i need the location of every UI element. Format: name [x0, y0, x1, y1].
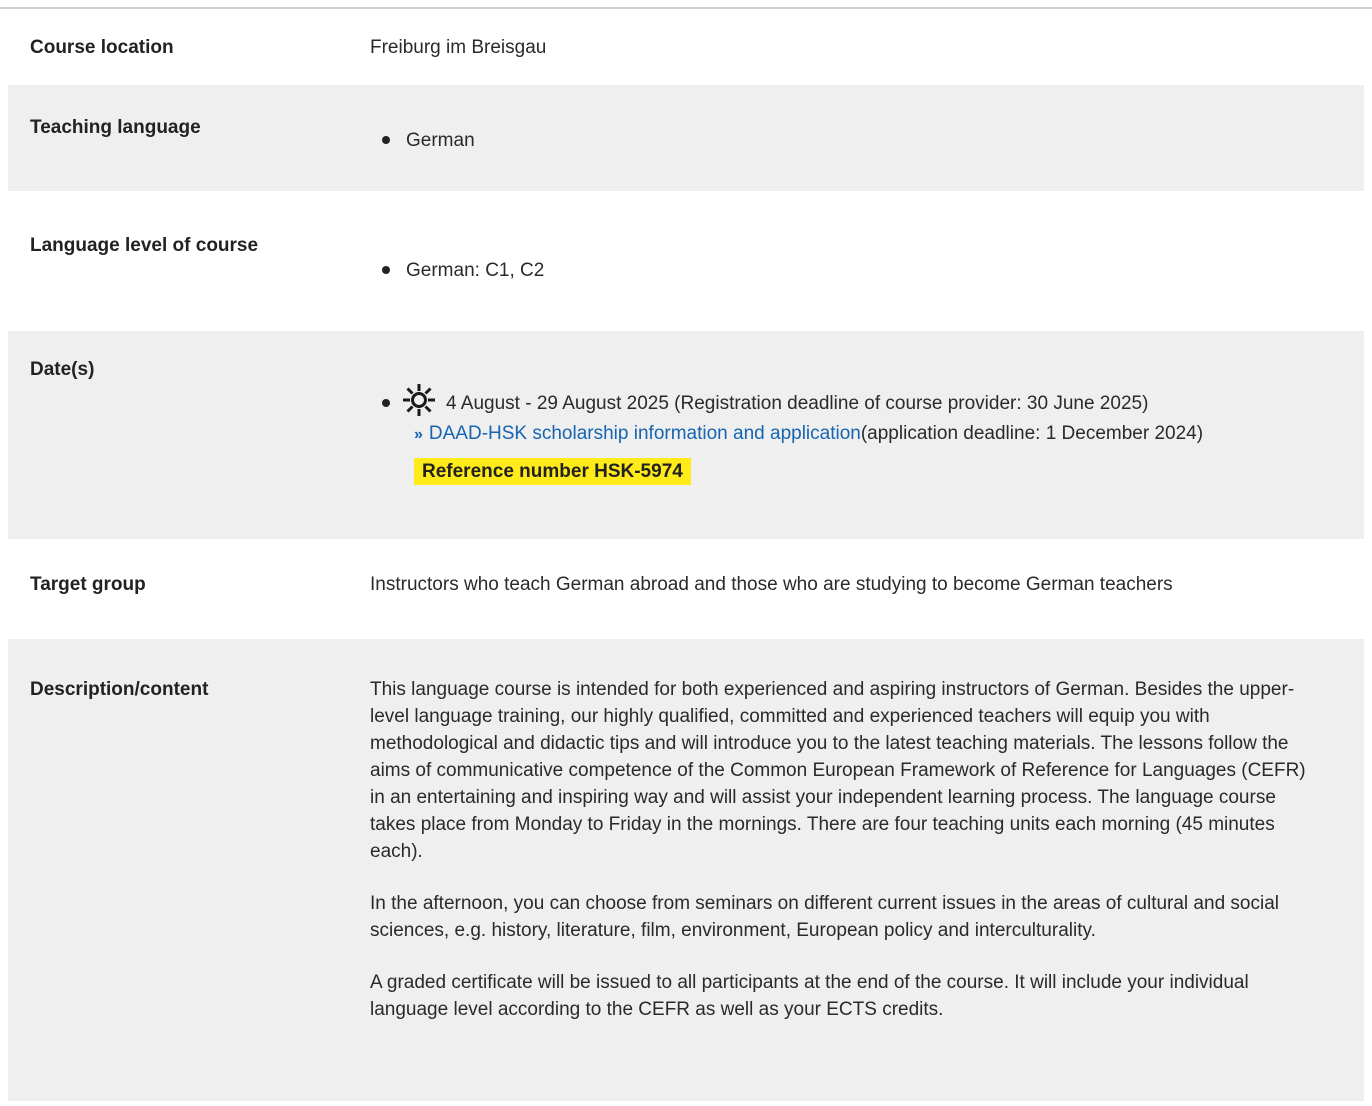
label-description: Description/content — [30, 679, 209, 700]
description-paragraph: In the afternoon, you can choose from se… — [370, 893, 1279, 941]
value-course-location: Freiburg im Breisgau — [370, 37, 547, 58]
course-details-table: Course location Freiburg im Breisgau Tea… — [0, 7, 1372, 1101]
scholarship-link[interactable]: DAAD-HSK scholarship information and app… — [429, 423, 861, 444]
row-description: Description/content This language course… — [8, 639, 1364, 1101]
link-arrow-icon: » — [414, 426, 423, 443]
label-teaching-language: Teaching language — [30, 117, 201, 138]
application-deadline: (application deadline: 1 December 2024) — [860, 423, 1204, 444]
label-dates: Date(s) — [30, 359, 95, 380]
language-level-item: German: C1, C2 — [406, 260, 545, 281]
bullet — [382, 136, 390, 144]
label-language-level: Language level of course — [30, 235, 259, 256]
teaching-language-item: German — [406, 130, 475, 151]
reference-line: Reference number HSK-5974 — [414, 458, 1372, 485]
description-paragraph: A graded certificate will be issued to a… — [370, 972, 1249, 1020]
row-course-location: Course location Freiburg im Breisgau — [8, 9, 1364, 85]
date-text: 4 August - 29 August 2025 (Registration … — [446, 393, 1149, 414]
description-paragraph: This language course is intended for bot… — [370, 679, 1306, 862]
description-content: This language course is intended for bot… — [370, 676, 1320, 1048]
scholarship-line: » DAAD-HSK scholarship information and ap… — [414, 420, 1354, 448]
row-teaching-language: Teaching language German — [8, 85, 1364, 191]
value-target-group: Instructors who teach German abroad and … — [370, 574, 1173, 595]
row-dates: Date(s) 4 August - 29 August 2025 (Regis… — [8, 331, 1364, 539]
bullet — [382, 399, 390, 407]
row-target-group: Target group Instructors who teach Germa… — [8, 539, 1364, 639]
reference-number-badge: Reference number HSK-5974 — [414, 458, 691, 485]
label-target-group: Target group — [30, 574, 146, 595]
sun-icon — [403, 384, 435, 416]
bullet — [382, 266, 390, 274]
label-course-location: Course location — [30, 37, 174, 58]
row-language-level: Language level of course German: C1, C2 — [8, 191, 1364, 331]
